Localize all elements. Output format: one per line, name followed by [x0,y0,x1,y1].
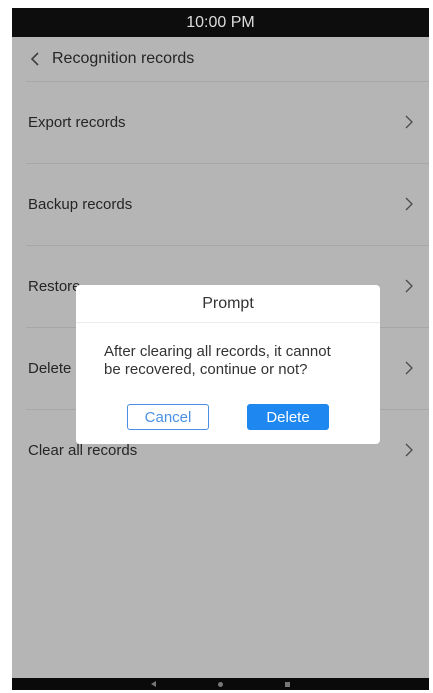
prompt-dialog: Prompt After clearing all records, it ca… [76,285,380,444]
triangle-back-icon[interactable] [151,681,156,687]
status-time: 10:00 PM [186,13,255,31]
status-bar: 10:00 PM [12,8,429,37]
delete-button[interactable]: Delete [247,404,329,430]
dialog-message: After clearing all records, it cannot be… [76,323,380,379]
dialog-buttons: Cancel Delete [76,404,380,430]
screen: Recognition records Export records Backu… [12,37,429,678]
dialog-message-line: be recovered, continue or not? [104,361,308,378]
cancel-button[interactable]: Cancel [127,404,209,430]
device-frame: 10:00 PM Recognition records Export reco… [12,8,429,690]
square-recent-icon[interactable] [285,681,290,687]
navigation-bar [12,678,429,690]
dialog-title: Prompt [76,285,380,323]
dialog-message-line: After clearing all records, it cannot [104,343,331,360]
circle-home-icon[interactable] [218,681,223,687]
